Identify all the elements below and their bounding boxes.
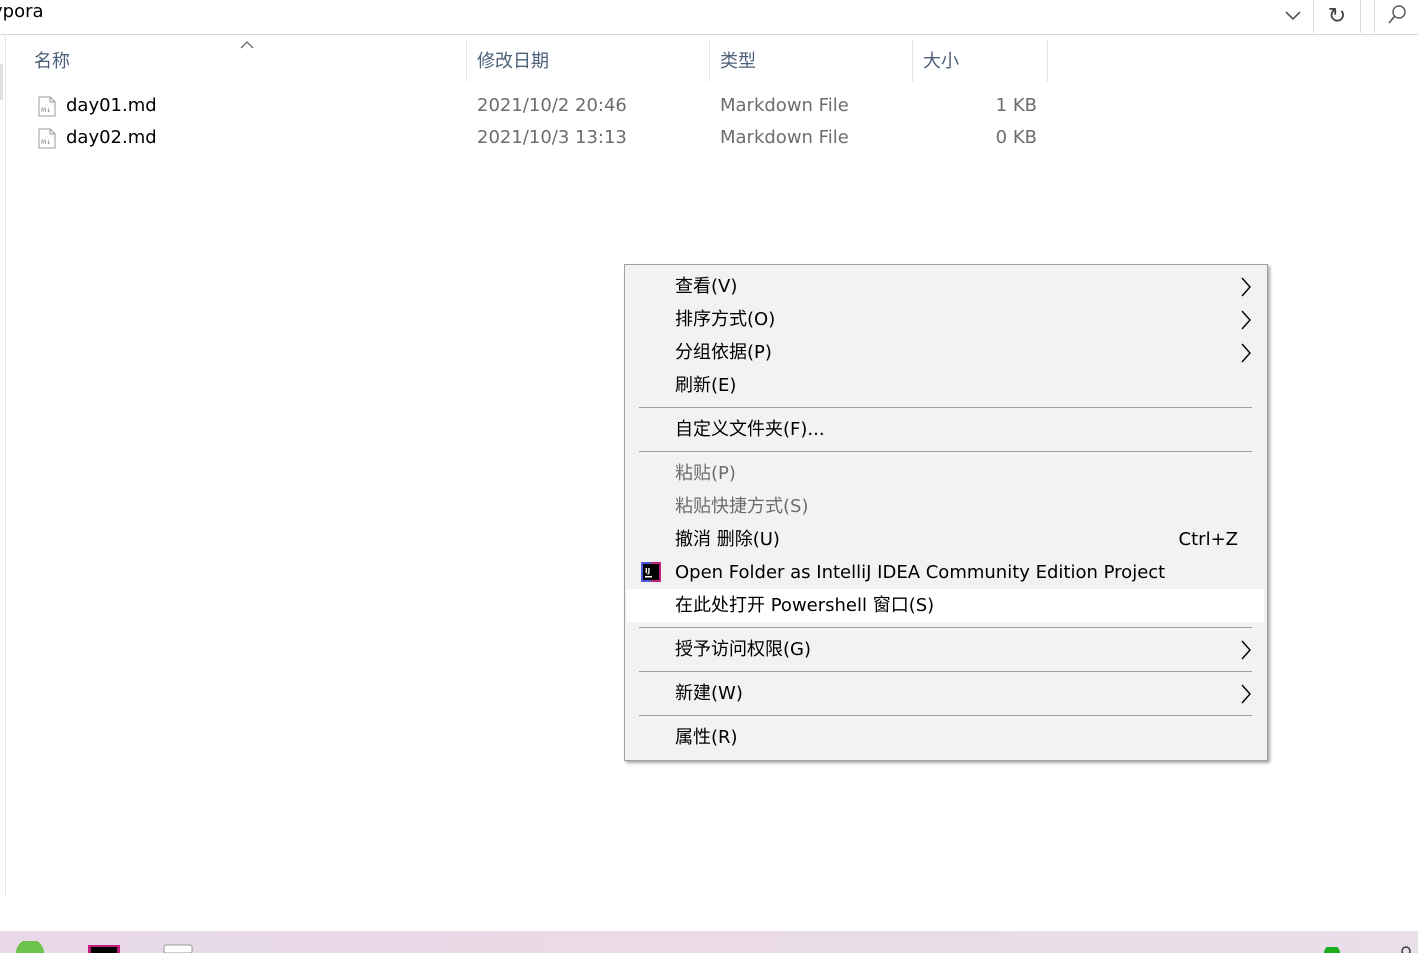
file-name[interactable]: day01.md (66, 90, 157, 122)
menu-item-label: 刷新(E) (675, 375, 737, 396)
chevron-right-icon (1241, 310, 1251, 330)
context-menu: 查看(V) 排序方式(O) 分组依据(P) 刷新(E) 自定义文件夹(F)...… (624, 264, 1268, 761)
menu-item-shortcut: Ctrl+Z (1178, 529, 1238, 550)
menu-item-paste-shortcut: 粘贴快捷方式(S) (627, 490, 1264, 523)
menu-item-properties[interactable]: 属性(R) (627, 721, 1264, 754)
menu-item-label: 粘贴快捷方式(S) (675, 496, 809, 517)
file-name[interactable]: day02.md (66, 122, 157, 154)
file-size: 1 KB (995, 95, 1037, 116)
column-header-type[interactable]: 类型 (710, 44, 912, 80)
file-date: 2021/10/2 20:46 (477, 95, 627, 116)
menu-separator (639, 451, 1252, 452)
menu-item-refresh[interactable]: 刷新(E) (627, 369, 1264, 402)
menu-item-label: 查看(V) (675, 276, 738, 297)
column-header-date[interactable]: 修改日期 (467, 44, 709, 80)
chevron-right-icon (1241, 277, 1251, 297)
address-bar: ypora ↻ (0, 0, 1418, 35)
menu-item-sort-by[interactable]: 排序方式(O) (627, 303, 1264, 336)
chevron-right-icon (1241, 343, 1251, 363)
svg-text:M↓: M↓ (41, 107, 51, 114)
file-row[interactable]: M↓ day02.md 2021/10/3 13:13 Markdown Fil… (30, 122, 1050, 154)
menu-item-undo-delete[interactable]: 撤消 删除(U) Ctrl+Z (627, 523, 1264, 556)
menu-item-grant-access[interactable]: 授予访问权限(G) (627, 633, 1264, 666)
column-header-name-label: 名称 (34, 51, 70, 72)
markdown-file-icon: M↓ (38, 128, 56, 149)
markdown-file-icon: M↓ (38, 96, 56, 117)
menu-item-open-intellij[interactable]: IJ Open Folder as IntelliJ IDEA Communit… (627, 556, 1264, 589)
chevron-down-icon[interactable] (1278, 2, 1308, 30)
svg-text:M↓: M↓ (41, 139, 51, 146)
address-field[interactable]: ypora (0, 0, 1314, 33)
file-type: Markdown File (720, 95, 849, 116)
menu-item-new[interactable]: 新建(W) (627, 677, 1264, 710)
file-date: 2021/10/3 13:13 (477, 127, 627, 148)
app-icon[interactable] (14, 941, 46, 953)
intellij-taskbar-icon[interactable] (88, 945, 120, 953)
menu-separator (639, 671, 1252, 672)
chevron-right-icon (1241, 640, 1251, 660)
menu-item-label: 授予访问权限(G) (675, 639, 811, 660)
intellij-idea-icon: IJ (641, 562, 661, 582)
menu-item-paste: 粘贴(P) (627, 457, 1264, 490)
address-path[interactable]: ypora (0, 0, 44, 24)
column-header-type-label: 类型 (720, 51, 756, 72)
refresh-icon: ↻ (1327, 4, 1347, 29)
menu-separator (639, 627, 1252, 628)
column-divider[interactable] (1047, 40, 1048, 82)
column-header-size[interactable]: 大小 (913, 44, 1047, 80)
scroll-indicator (0, 64, 3, 100)
menu-item-label: 属性(R) (675, 727, 738, 748)
taskbar (0, 931, 1418, 953)
tray-icon[interactable] (1396, 945, 1416, 953)
notepad-taskbar-icon[interactable] (162, 943, 194, 953)
svg-text:IJ: IJ (645, 567, 650, 575)
menu-item-group-by[interactable]: 分组依据(P) (627, 336, 1264, 369)
menu-separator (639, 715, 1252, 716)
menu-item-label: 撤消 删除(U) (675, 529, 780, 550)
chevron-right-icon (1241, 684, 1251, 704)
tray-icon[interactable] (1322, 947, 1342, 953)
menu-item-view[interactable]: 查看(V) (627, 270, 1264, 303)
sort-ascending-icon (240, 41, 254, 49)
menu-item-label: Open Folder as IntelliJ IDEA Community E… (675, 562, 1166, 583)
column-header-size-label: 大小 (923, 51, 959, 72)
search-icon (1387, 4, 1407, 30)
menu-item-open-powershell[interactable]: 在此处打开 Powershell 窗口(S) (627, 589, 1264, 622)
menu-item-customize-folder[interactable]: 自定义文件夹(F)... (627, 413, 1264, 446)
menu-item-label: 新建(W) (675, 683, 743, 704)
navigation-pane-border (5, 34, 6, 896)
menu-item-label: 粘贴(P) (675, 463, 736, 484)
menu-separator (639, 407, 1252, 408)
menu-item-label: 排序方式(O) (675, 309, 776, 330)
menu-item-label: 在此处打开 Powershell 窗口(S) (675, 595, 935, 616)
search-input[interactable] (1374, 0, 1418, 33)
file-size: 0 KB (995, 127, 1037, 148)
menu-item-label: 自定义文件夹(F)... (675, 419, 825, 440)
file-row[interactable]: M↓ day01.md 2021/10/2 20:46 Markdown Fil… (30, 90, 1050, 122)
file-type: Markdown File (720, 127, 849, 148)
refresh-button[interactable]: ↻ (1314, 0, 1361, 33)
menu-item-label: 分组依据(P) (675, 342, 772, 363)
column-header-date-label: 修改日期 (477, 51, 549, 72)
